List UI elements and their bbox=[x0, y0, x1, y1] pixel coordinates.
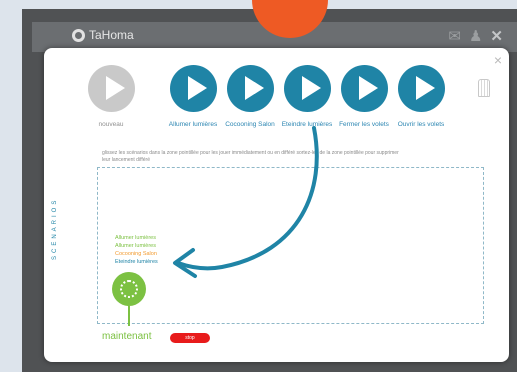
close-icon[interactable]: ✕ bbox=[490, 28, 503, 46]
scenario-tile-ouvrir-les-volets[interactable]: Ouvrir les volets bbox=[391, 65, 451, 129]
scenario-dialog: × nouveau Allumer lumières Cocooning Sal… bbox=[44, 48, 509, 362]
trash-icon[interactable] bbox=[478, 79, 490, 97]
app-name: TaHoma bbox=[89, 28, 134, 42]
play-icon bbox=[340, 65, 388, 112]
timeline-now-marker-icon[interactable] bbox=[112, 272, 146, 306]
tahoma-logo-icon bbox=[72, 28, 85, 42]
scenario-tile-fermer-les-volets[interactable]: Fermer les volets bbox=[334, 65, 394, 129]
tile-label: Allumer lumières bbox=[168, 121, 218, 128]
now-label: maintenant bbox=[102, 331, 152, 342]
queued-scenario[interactable]: Allumer lumières bbox=[115, 242, 158, 250]
new-scenario-tile[interactable]: nouveau bbox=[81, 65, 141, 129]
tile-label: nouveau bbox=[98, 121, 124, 128]
tile-label: Cocooning Salon bbox=[225, 121, 275, 128]
tile-label: Fermer les volets bbox=[339, 121, 389, 128]
play-icon bbox=[397, 65, 445, 112]
tile-label: Ouvrir les volets bbox=[397, 121, 445, 128]
queued-scenario[interactable]: Allumer lumières bbox=[115, 234, 158, 242]
scenario-tile-allumer-lumieres[interactable]: Allumer lumières bbox=[163, 65, 223, 129]
queued-scenario[interactable]: Cocooning Salon bbox=[115, 250, 158, 258]
instructions-text: glissez les scénarios dans la zone point… bbox=[102, 150, 399, 163]
tahoma-logo: TaHoma bbox=[72, 28, 134, 42]
queued-scenario[interactable]: Eteindre lumières bbox=[115, 258, 158, 266]
scenarios-side-label: SCENARIOS bbox=[52, 197, 58, 260]
header-icons: ✉ ♟ ✕ bbox=[448, 28, 503, 46]
play-icon bbox=[87, 65, 135, 112]
timeline-stem bbox=[128, 306, 130, 326]
scenario-tile-cocooning-salon[interactable]: Cocooning Salon bbox=[220, 65, 280, 129]
mail-icon[interactable]: ✉ bbox=[448, 28, 461, 46]
stop-button[interactable]: stop bbox=[170, 333, 210, 343]
tile-label: Eteindre lumières bbox=[281, 121, 333, 128]
play-icon bbox=[226, 65, 274, 112]
play-icon bbox=[283, 65, 331, 112]
scenario-queue: Allumer lumières Allumer lumières Cocoon… bbox=[115, 234, 158, 266]
play-icon bbox=[169, 65, 217, 112]
scenario-tile-eteindre-lumieres[interactable]: Eteindre lumières bbox=[277, 65, 337, 129]
dialog-close-icon[interactable]: × bbox=[494, 52, 502, 68]
user-icon[interactable]: ♟ bbox=[469, 28, 482, 46]
